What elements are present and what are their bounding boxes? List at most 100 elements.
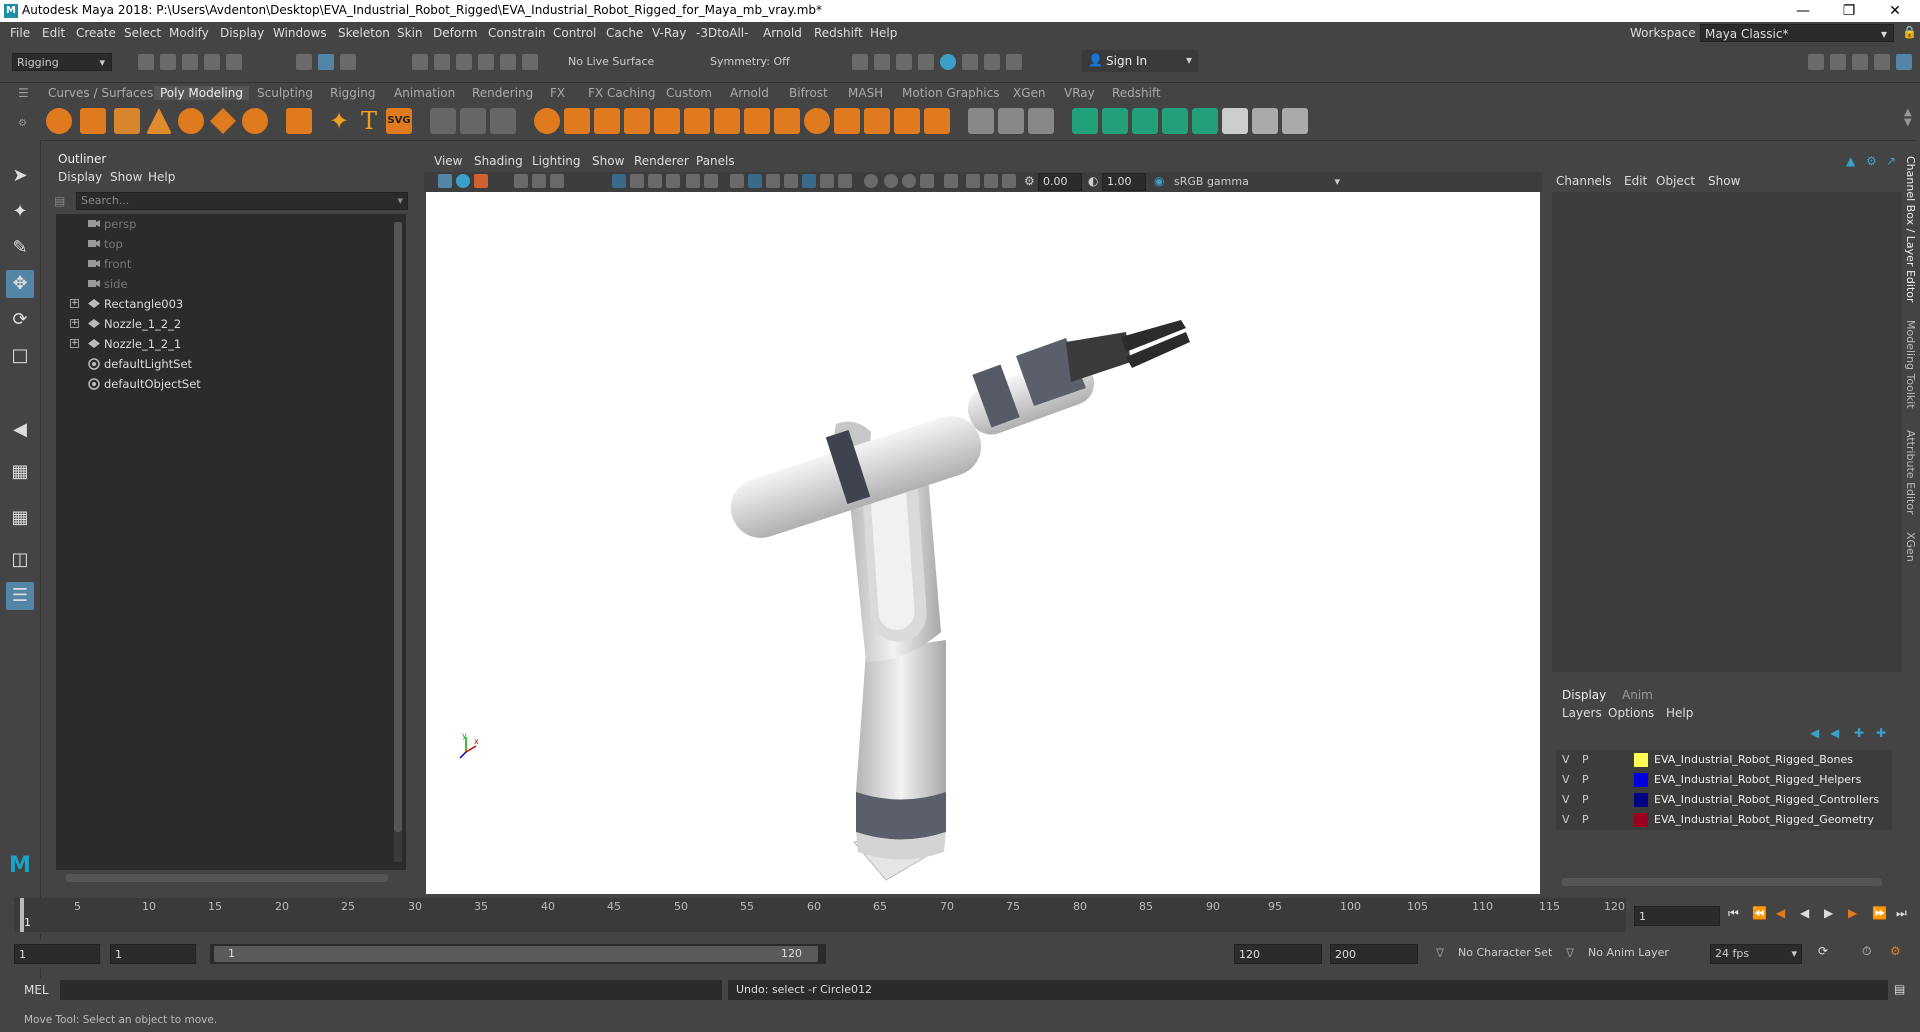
shelf-tab-custom[interactable]: Custom bbox=[666, 86, 712, 100]
visibility-toggle[interactable]: V bbox=[1562, 810, 1570, 830]
cylindrical-uv-icon[interactable] bbox=[1102, 108, 1128, 134]
render-frame-icon[interactable] bbox=[852, 54, 868, 70]
super-shape-icon[interactable]: ✦ bbox=[326, 108, 352, 134]
shelf-tab-fx[interactable]: FX bbox=[550, 86, 565, 100]
minimize-button[interactable]: — bbox=[1780, 0, 1826, 22]
sew-uv-icon[interactable] bbox=[1282, 108, 1308, 134]
script-language-toggle[interactable]: MEL bbox=[24, 983, 49, 997]
uv-editor-icon[interactable] bbox=[1222, 108, 1248, 134]
menu-help[interactable]: Help bbox=[870, 26, 897, 40]
poly-cone-icon[interactable] bbox=[146, 108, 172, 134]
shelf-tab-rendering[interactable]: Rendering bbox=[472, 86, 533, 100]
character-set-dropdown[interactable]: No Character Set bbox=[1454, 944, 1566, 964]
shelf-options-icon[interactable]: ☰ bbox=[18, 86, 29, 100]
playback-toggle[interactable]: P bbox=[1582, 790, 1589, 810]
sculpt-tool-icon[interactable] bbox=[430, 108, 456, 134]
boolean-icon[interactable] bbox=[654, 108, 680, 134]
extract-icon[interactable] bbox=[594, 108, 620, 134]
grease-pencil-icon[interactable] bbox=[550, 174, 564, 188]
new-layer-icon[interactable]: ✚ bbox=[1854, 726, 1864, 740]
vray-render-icon[interactable] bbox=[984, 54, 1000, 70]
safe-action-icon[interactable] bbox=[704, 174, 718, 188]
menu-file[interactable]: File bbox=[10, 26, 30, 40]
resolution-gate-icon[interactable] bbox=[648, 174, 662, 188]
animation-preferences-icon[interactable]: ⚙ bbox=[1890, 944, 1901, 958]
playback-end-field[interactable]: 120 bbox=[1234, 944, 1322, 964]
motion-blur-icon[interactable] bbox=[884, 174, 898, 188]
xray-joints-icon[interactable] bbox=[984, 174, 998, 188]
collapse-icon[interactable] bbox=[924, 108, 950, 134]
expand-icon[interactable]: + bbox=[70, 299, 79, 308]
outliner-menu-show[interactable]: Show bbox=[110, 170, 142, 184]
outliner-menu-display[interactable]: Display bbox=[58, 170, 102, 184]
extrude-icon[interactable] bbox=[714, 108, 740, 134]
viewport-canvas[interactable]: x y bbox=[426, 192, 1540, 894]
move-layer-down-icon[interactable]: ◀ bbox=[1830, 726, 1839, 740]
lasso-tool-icon[interactable]: ✦ bbox=[6, 198, 34, 226]
select-tool-icon[interactable]: ➤ bbox=[6, 162, 34, 190]
visibility-toggle[interactable]: V bbox=[1562, 750, 1570, 770]
menu-control[interactable]: Control bbox=[553, 26, 596, 40]
snap-surface-icon[interactable] bbox=[500, 54, 516, 70]
menu-display[interactable]: Display bbox=[220, 26, 264, 40]
menu-cache[interactable]: Cache bbox=[606, 26, 643, 40]
menu-windows[interactable]: Windows bbox=[273, 26, 327, 40]
channel-box-settings-icon[interactable]: ⚙ bbox=[1866, 154, 1877, 168]
layers-menu[interactable]: Layers bbox=[1562, 706, 1602, 720]
tab-xgen[interactable]: XGen bbox=[1904, 532, 1917, 562]
viewport-menu-panels[interactable]: Panels bbox=[696, 154, 735, 168]
depth-of-field-icon[interactable] bbox=[920, 174, 934, 188]
go-to-start-icon[interactable]: ⏮ bbox=[1728, 906, 1739, 921]
channel-box-expand-icon[interactable]: ↗ bbox=[1886, 154, 1896, 168]
playback-start-field[interactable]: 1 bbox=[110, 944, 196, 964]
gate-mask-icon[interactable] bbox=[666, 174, 680, 188]
shelf-tab-rigging[interactable]: Rigging bbox=[330, 86, 375, 100]
menu-create[interactable]: Create bbox=[76, 26, 116, 40]
shelf-tab-motion-graphics[interactable]: Motion Graphics bbox=[902, 86, 1000, 100]
viewport-menu-shading[interactable]: Shading bbox=[474, 154, 523, 168]
outliner-horizontal-scrollbar[interactable] bbox=[66, 874, 388, 882]
select-object-icon[interactable] bbox=[318, 54, 334, 70]
play-backward-icon[interactable]: ◀ bbox=[1800, 906, 1809, 920]
outliner-layout-icon[interactable]: ☰ bbox=[6, 582, 34, 610]
shelf-tab-redshift[interactable]: Redshift bbox=[1112, 86, 1161, 100]
move-layer-up-icon[interactable]: ◀ bbox=[1810, 726, 1819, 740]
list-item[interactable]: defaultLightSet bbox=[56, 354, 396, 374]
xray-icon[interactable] bbox=[966, 174, 980, 188]
camera-attributes-icon[interactable] bbox=[456, 174, 470, 188]
color-management-icon[interactable]: ◉ bbox=[1154, 174, 1164, 188]
bevel-icon[interactable] bbox=[774, 108, 800, 134]
list-item[interactable]: + Nozzle_1_2_2 bbox=[56, 314, 396, 334]
ipr-render-icon[interactable] bbox=[896, 54, 912, 70]
combine-icon[interactable] bbox=[534, 108, 560, 134]
channel-box-toggle-icon[interactable]: ▲ bbox=[1846, 154, 1855, 168]
select-component-icon[interactable] bbox=[340, 54, 356, 70]
maximize-button[interactable]: ❐ bbox=[1826, 0, 1872, 22]
filter-icon[interactable]: ▤ bbox=[54, 194, 65, 208]
isolate-select-icon[interactable] bbox=[944, 174, 958, 188]
move-tool-icon[interactable]: ✥ bbox=[6, 270, 34, 298]
anim-layer-dropdown[interactable]: No Anim Layer bbox=[1584, 944, 1684, 964]
color-space-dropdown[interactable]: sRGB gamma ▾ bbox=[1170, 173, 1346, 191]
anti-aliasing-icon[interactable] bbox=[902, 174, 916, 188]
snap-view-icon[interactable] bbox=[478, 54, 494, 70]
script-editor-icon[interactable]: ▤ bbox=[1894, 982, 1905, 996]
symmetry-dropdown[interactable]: Symmetry: Off bbox=[706, 53, 806, 71]
time-slider[interactable]: 1 5 10 15 20 25 30 35 40 45 50 55 60 65 … bbox=[0, 898, 1920, 934]
poly-sphere-icon[interactable] bbox=[46, 108, 72, 134]
grid-icon[interactable] bbox=[612, 174, 626, 188]
shelf-tab-mash[interactable]: MASH bbox=[848, 86, 883, 100]
menu-modify[interactable]: Modify bbox=[169, 26, 209, 40]
open-scene-icon[interactable] bbox=[160, 54, 176, 70]
layer-row[interactable]: V P EVA_Industrial_Robot_Rigged_Geometry bbox=[1556, 810, 1892, 830]
toggle-tool-settings-icon[interactable] bbox=[1852, 54, 1868, 70]
workspace-dropdown[interactable]: Maya Classic* ▾ bbox=[1700, 24, 1894, 42]
fill-hole-icon[interactable] bbox=[804, 108, 830, 134]
select-camera-icon[interactable] bbox=[438, 174, 452, 188]
last-tool-icon[interactable]: ◀ bbox=[6, 416, 34, 444]
2d-pan-zoom-icon[interactable] bbox=[532, 174, 546, 188]
command-input[interactable] bbox=[60, 980, 722, 1000]
shelf-tab-poly-modeling[interactable]: Poly Modeling bbox=[154, 86, 249, 100]
poly-plane-icon[interactable] bbox=[210, 108, 236, 134]
bridge-icon[interactable] bbox=[744, 108, 770, 134]
